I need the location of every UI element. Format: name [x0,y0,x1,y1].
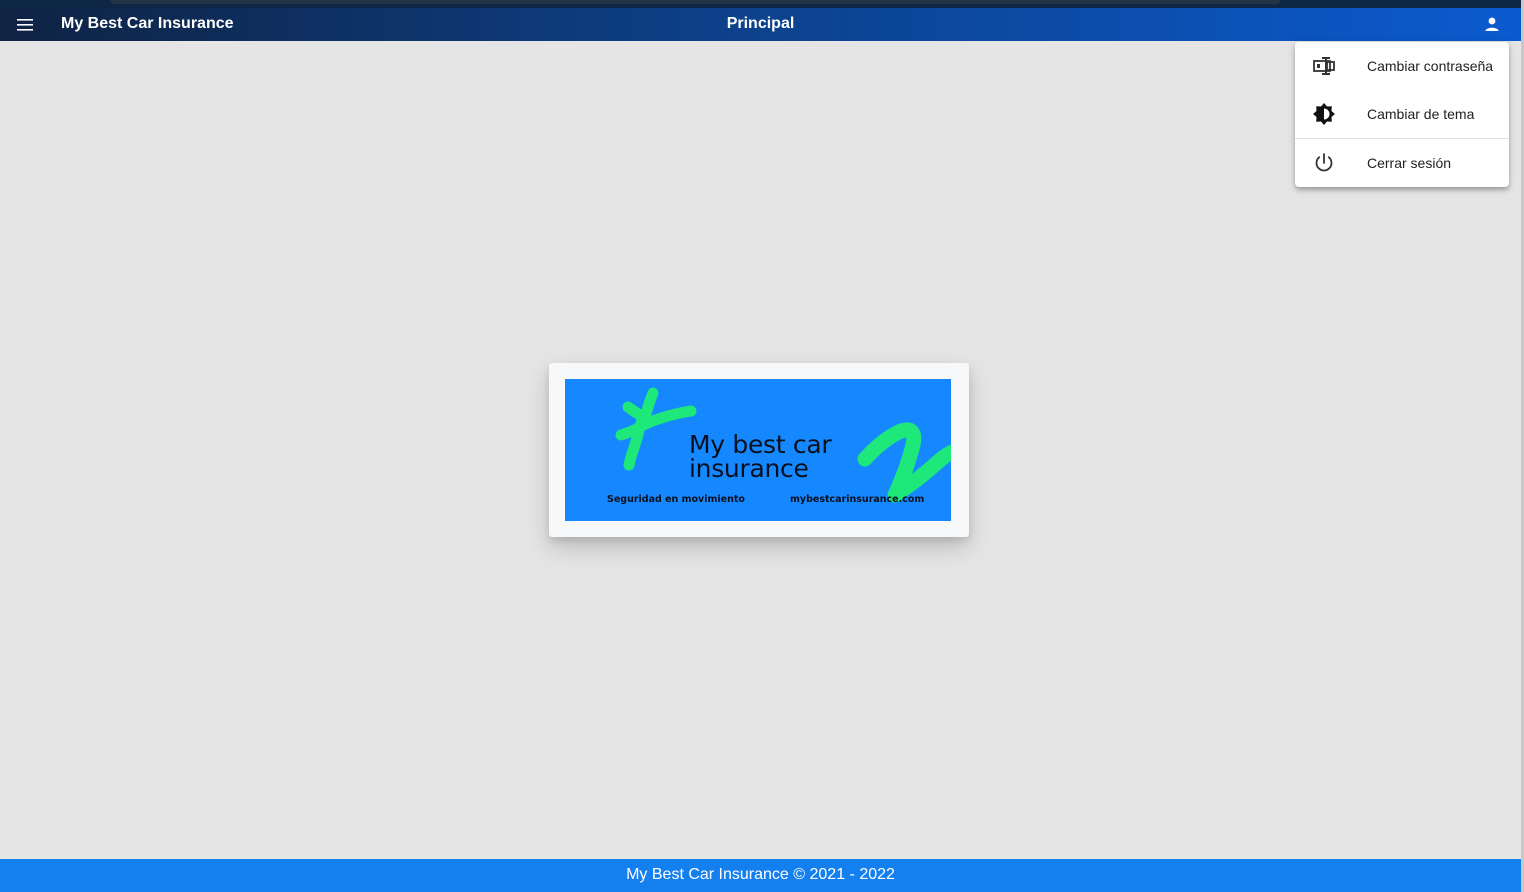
footer-text: My Best Car Insurance © 2021 - 2022 [626,866,895,883]
menu-item-label: Cerrar sesión [1367,155,1452,171]
browser-tab-edge [110,0,1280,4]
password-field-icon [1313,57,1335,75]
menu-item-change-theme[interactable]: Cambiar de tema [1295,90,1509,138]
user-menu-button[interactable] [1480,12,1504,36]
menu-item-logout[interactable]: Cerrar sesión [1295,139,1509,187]
top-toolbar: My Best Car Insurance Principal [0,8,1521,41]
logo-card: My best car insurance Seguridad en movim… [549,363,969,537]
user-dropdown-menu: Cambiar contraseña Cambiar de tema Cerra… [1295,42,1509,187]
account-icon [1485,17,1499,31]
menu-item-label: Cambiar de tema [1367,106,1475,122]
menu-item-change-password[interactable]: Cambiar contraseña [1295,42,1509,90]
browser-chrome-strip [0,0,1524,8]
brightness-icon [1313,103,1335,125]
brand-website: mybestcarinsurance.com [790,494,925,505]
brand-name-line2: insurance [689,454,809,483]
power-icon [1315,153,1333,172]
page-footer: My Best Car Insurance © 2021 - 2022 [0,859,1521,892]
brand-tagline: Seguridad en movimiento [607,494,745,505]
menu-button[interactable] [12,12,38,38]
app-title[interactable]: My Best Car Insurance [61,15,234,33]
menu-item-label: Cambiar contraseña [1367,58,1494,74]
brand-logo-banner: My best car insurance Seguridad en movim… [565,379,951,521]
hamburger-menu-icon [17,19,33,31]
page-title: Principal [726,15,795,32]
